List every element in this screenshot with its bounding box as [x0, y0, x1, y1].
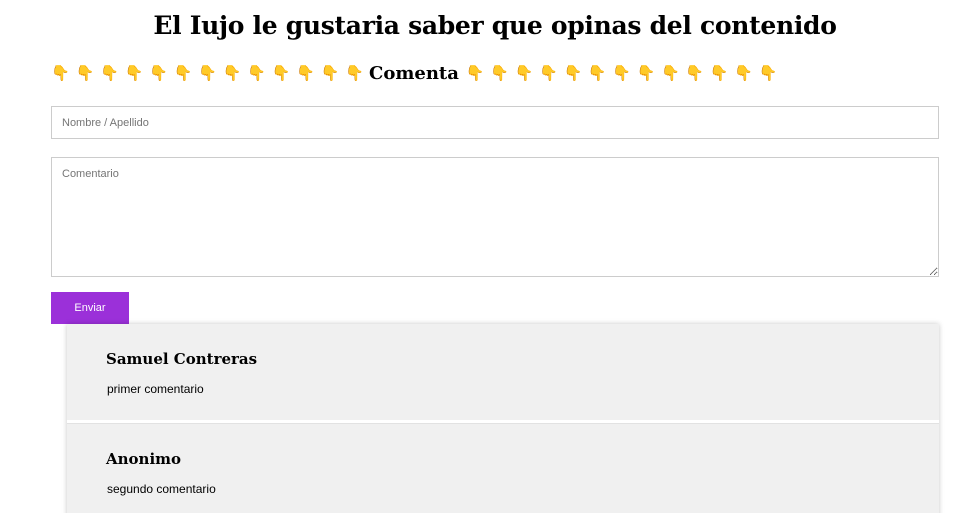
- hand-pointing-down-icon: 👇: [198, 64, 217, 82]
- hand-pointing-down-icon: 👇: [612, 64, 631, 82]
- comment-item: Samuel Contreras primer comentario: [67, 324, 939, 420]
- hand-icons-right: 👇 👇 👇 👇 👇 👇 👇 👇 👇 👇 👇 👇 👇: [466, 63, 783, 83]
- hand-pointing-down-icon: 👇: [685, 64, 705, 82]
- hand-pointing-down-icon: 👇: [173, 64, 193, 82]
- hand-pointing-down-icon: 👇: [734, 64, 753, 82]
- hand-pointing-down-icon: 👇: [636, 64, 656, 82]
- comment-field[interactable]: [51, 157, 939, 277]
- submit-button[interactable]: Enviar: [51, 292, 129, 324]
- hand-pointing-down-icon: 👇: [539, 64, 558, 82]
- comment-author: Anonimo: [106, 450, 182, 468]
- hand-pointing-down-icon: 👇: [75, 64, 95, 82]
- hand-pointing-down-icon: 👇: [661, 64, 680, 82]
- name-field[interactable]: [51, 106, 939, 139]
- hand-pointing-down-icon: 👇: [222, 64, 242, 82]
- hand-pointing-down-icon: 👇: [465, 64, 485, 82]
- hand-pointing-down-icon: 👇: [563, 64, 583, 82]
- hand-pointing-down-icon: 👇: [320, 64, 340, 82]
- hand-pointing-down-icon: 👇: [514, 64, 534, 82]
- hand-pointing-down-icon: 👇: [271, 64, 291, 82]
- hand-pointing-down-icon: 👇: [709, 64, 729, 82]
- comment-list: Samuel Contreras primer comentario Anoni…: [67, 324, 939, 513]
- hand-pointing-down-icon: 👇: [758, 64, 778, 82]
- hand-pointing-down-icon: 👇: [149, 64, 168, 82]
- comment-author: Samuel Contreras: [106, 350, 258, 368]
- hand-pointing-down-icon: 👇: [296, 64, 315, 82]
- hand-pointing-down-icon: 👇: [124, 64, 144, 82]
- comment-section-heading: 👇 👇 👇 👇 👇 👇 👇 👇 👇 👇 👇 👇 👇 Comenta 👇 👇 👇 …: [51, 60, 783, 86]
- hand-pointing-down-icon: 👇: [490, 64, 509, 82]
- hand-pointing-down-icon: 👇: [587, 64, 607, 82]
- comment-item: Anonimo segundo comentario: [67, 423, 939, 513]
- comment-text: segundo comentario: [107, 482, 216, 496]
- hand-pointing-down-icon: 👇: [247, 64, 266, 82]
- hand-icons-left: 👇 👇 👇 👇 👇 👇 👇 👇 👇 👇 👇 👇 👇: [51, 63, 370, 83]
- comment-text: primer comentario: [107, 382, 204, 396]
- hand-pointing-down-icon: 👇: [51, 64, 70, 82]
- hand-pointing-down-icon: 👇: [345, 64, 364, 82]
- hand-pointing-down-icon: 👇: [100, 64, 119, 82]
- page-title: El Iujo le gustaria saber que opinas del…: [153, 11, 837, 40]
- comment-section-label: Comenta: [369, 62, 459, 84]
